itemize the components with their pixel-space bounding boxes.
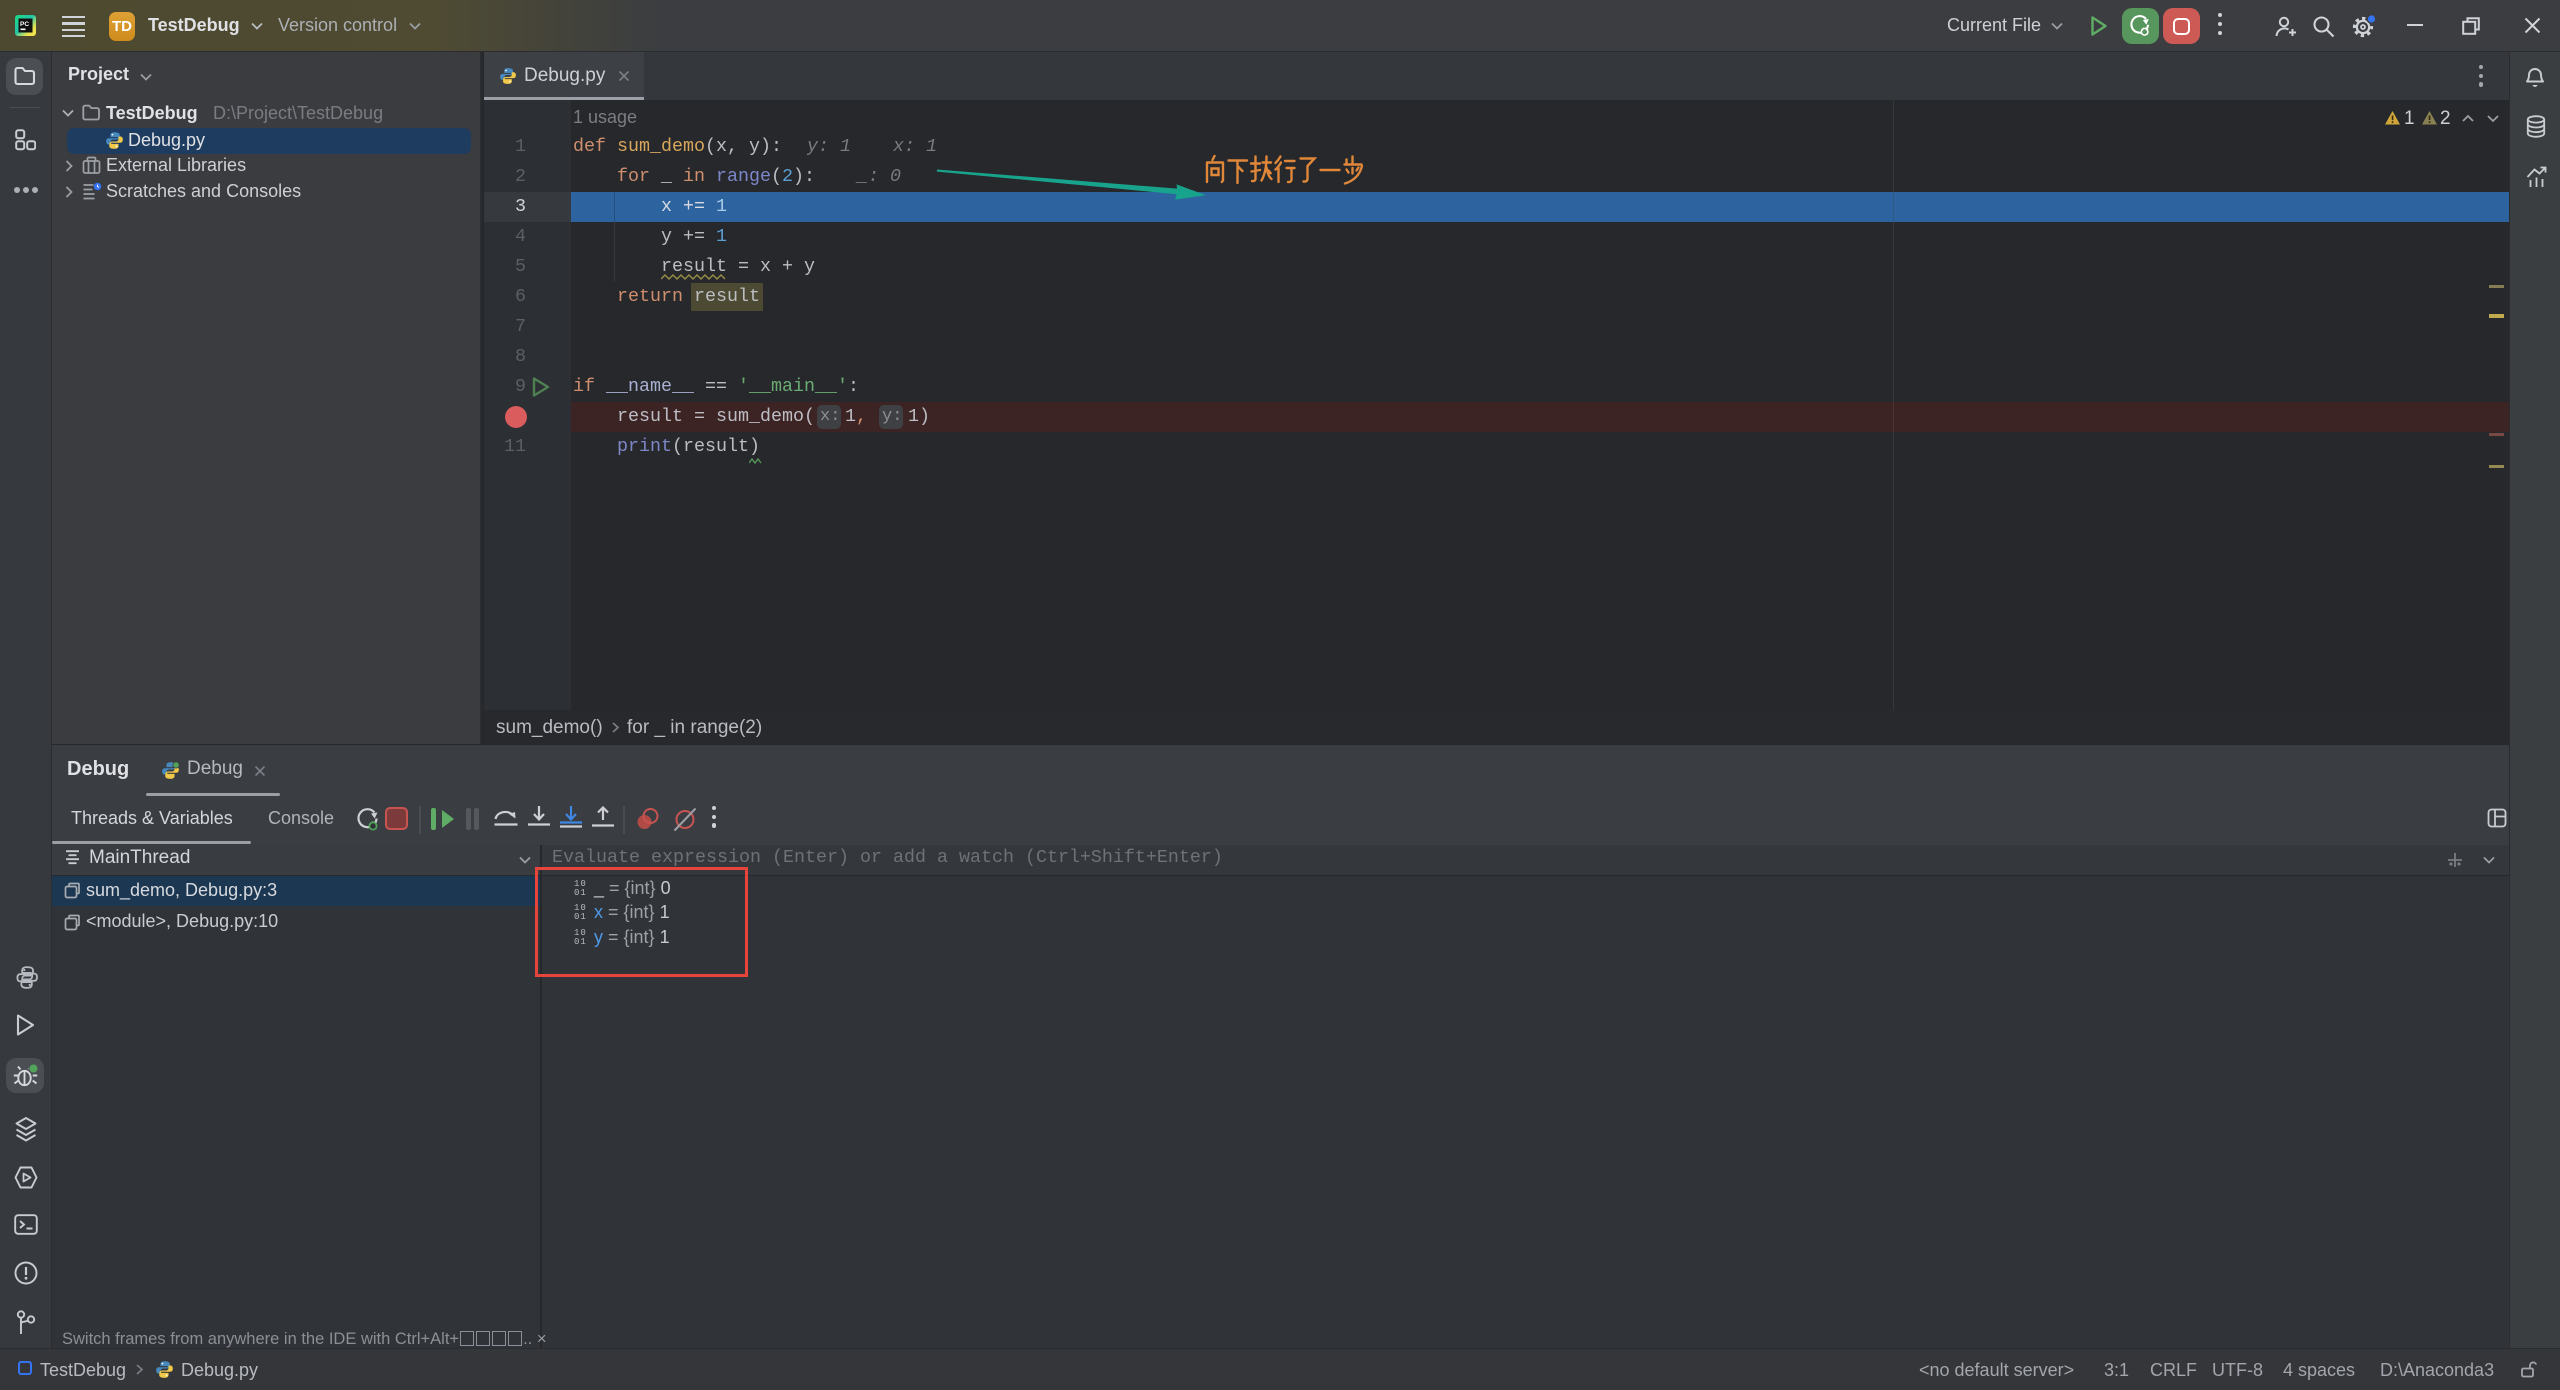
svg-text:PC: PC (20, 21, 29, 28)
